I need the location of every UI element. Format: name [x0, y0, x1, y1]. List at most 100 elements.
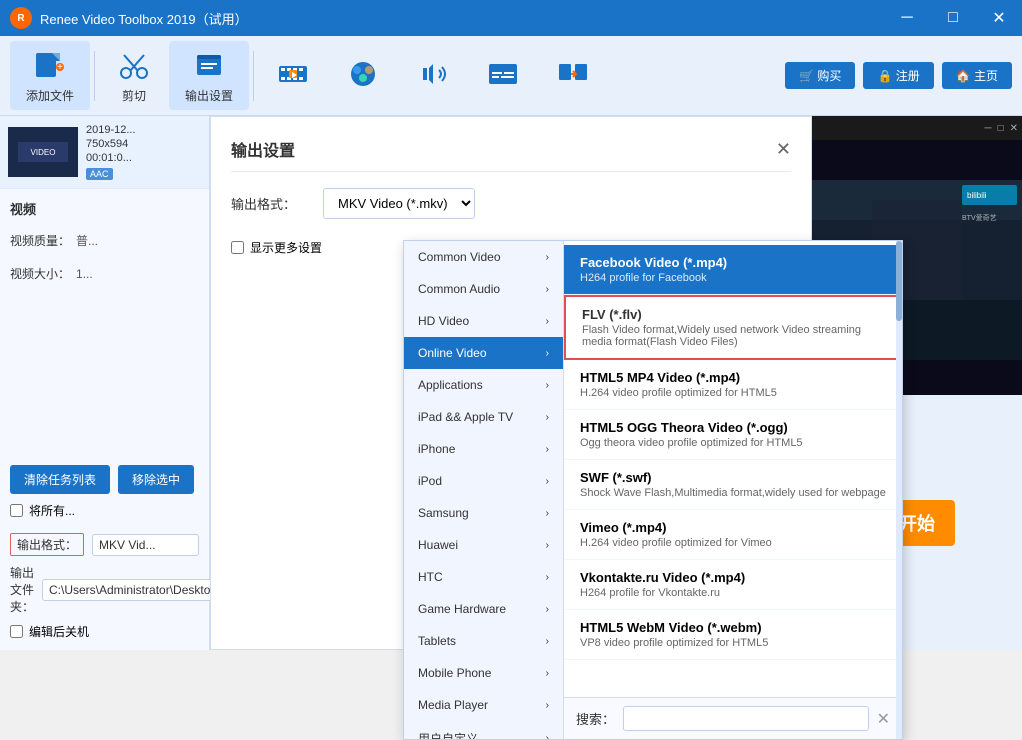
- search-clear-button[interactable]: ✕: [877, 709, 890, 729]
- show-more-checkbox[interactable]: [231, 241, 244, 254]
- category-htc[interactable]: HTC ›: [404, 561, 563, 593]
- category-mobile-phone[interactable]: Mobile Phone ›: [404, 657, 563, 689]
- cut-icon: [116, 47, 152, 83]
- home-button[interactable]: 🏠 主页: [942, 62, 1012, 89]
- settings-close-button[interactable]: ✕: [776, 139, 791, 160]
- toolbar: + 添加文件 剪切 输出设置: [0, 36, 1022, 116]
- toolbar-cut[interactable]: 剪切: [99, 41, 169, 110]
- close-button[interactable]: ✕: [976, 0, 1022, 36]
- dropdown-scrollbar[interactable]: [896, 241, 902, 739]
- dropdown-categories: Common Video › Common Audio › HD Video ›: [404, 241, 564, 739]
- video-size-value: 1...: [76, 267, 93, 281]
- category-huawei[interactable]: Huawei ›: [404, 529, 563, 561]
- scroll-thumb: [896, 241, 902, 321]
- format-facebook-video[interactable]: Facebook Video (*.mp4) H264 profile for …: [564, 245, 902, 295]
- category-samsung[interactable]: Samsung ›: [404, 497, 563, 529]
- category-common-audio[interactable]: Common Audio ›: [404, 273, 563, 305]
- shutdown-label: 编辑后关机: [29, 623, 89, 640]
- titlebar: R Renee Video Toolbox 2019（试用） ─ □ ✕: [0, 0, 1022, 36]
- category-hd-video[interactable]: HD Video ›: [404, 305, 563, 337]
- toolbar-item-7[interactable]: [468, 50, 538, 102]
- format-title: HTML5 MP4 Video (*.mp4): [580, 370, 886, 385]
- category-media-player[interactable]: Media Player ›: [404, 689, 563, 721]
- search-input[interactable]: [623, 706, 869, 731]
- select-all-label: 将所有...: [29, 502, 75, 519]
- buy-button[interactable]: 🛒 购买: [785, 62, 855, 89]
- search-label: 搜索：: [576, 709, 615, 728]
- toolbar-output-settings[interactable]: 输出设置: [169, 41, 249, 110]
- format-desc: VP8 video profile optimized for HTML5: [580, 637, 886, 649]
- format-title: Facebook Video (*.mp4): [580, 255, 886, 270]
- toolbar-item-5[interactable]: [328, 50, 398, 102]
- category-applications[interactable]: Applications ›: [404, 369, 563, 401]
- format-select[interactable]: MKV Video (*.mkv): [323, 188, 475, 219]
- output-folder-value: C:\Users\Administrator\Desktop: [42, 579, 224, 601]
- category-ipad-appletv[interactable]: iPad && Apple TV ›: [404, 401, 563, 433]
- format-vkontakte[interactable]: Vkontakte.ru Video (*.mp4) H264 profile …: [564, 560, 902, 610]
- output-format-label: 输出格式：: [10, 533, 84, 556]
- category-iphone[interactable]: iPhone ›: [404, 433, 563, 465]
- format-swf[interactable]: SWF (*.swf) Shock Wave Flash,Multimedia …: [564, 460, 902, 510]
- category-custom[interactable]: 用户自定义 ›: [404, 721, 563, 739]
- chevron-icon: ›: [546, 540, 549, 551]
- format-desc: H.264 video profile optimized for Vimeo: [580, 537, 886, 549]
- category-ipod[interactable]: iPod ›: [404, 465, 563, 497]
- chevron-icon: ›: [546, 444, 549, 455]
- bottom-action-buttons: 清除任务列表 移除选中: [10, 465, 199, 494]
- select-all-row: 将所有...: [10, 502, 199, 519]
- format-dropdown: Common Video › Common Audio › HD Video ›: [403, 240, 903, 740]
- toolbar-item-8[interactable]: [538, 50, 608, 102]
- format-vimeo[interactable]: Vimeo (*.mp4) H.264 video profile optimi…: [564, 510, 902, 560]
- chevron-icon: ›: [546, 412, 549, 423]
- preview-max[interactable]: □: [998, 123, 1004, 134]
- category-online-video[interactable]: Online Video ›: [404, 337, 563, 369]
- spacer: [10, 298, 199, 457]
- format-title: HTML5 OGG Theora Video (*.ogg): [580, 420, 886, 435]
- file-duration: 00:01:0...: [86, 152, 136, 164]
- toolbar-item-6[interactable]: [398, 50, 468, 102]
- settings-title: 输出设置: [231, 137, 295, 161]
- chevron-icon: ›: [546, 604, 549, 615]
- video-size-label: 视频大小：: [10, 265, 70, 282]
- toolbar-item-4[interactable]: [258, 50, 328, 102]
- format-desc: H264 profile for Vkontakte.ru: [580, 587, 886, 599]
- category-game-hardware[interactable]: Game Hardware ›: [404, 593, 563, 625]
- dropdown-right-container: Facebook Video (*.mp4) H264 profile for …: [564, 241, 902, 739]
- remove-selected-button[interactable]: 移除选中: [118, 465, 194, 494]
- chevron-icon: ›: [546, 284, 549, 295]
- video-section-title: 视频: [10, 199, 199, 218]
- chevron-icon: ›: [546, 476, 549, 487]
- category-tablets[interactable]: Tablets ›: [404, 625, 563, 657]
- format-desc: Flash Video format,Widely used network V…: [582, 324, 884, 348]
- center-panel: 输出设置 ✕ 输出格式： MKV Video (*.mkv) Common Vi…: [210, 116, 812, 650]
- file-item[interactable]: VIDEO 2019-12... 750x594 00:01:0... AAC: [0, 116, 209, 189]
- add-file-icon: +: [32, 47, 68, 83]
- select-all-checkbox[interactable]: [10, 504, 23, 517]
- format-label: 输出格式：: [231, 194, 311, 213]
- preview-close[interactable]: ✕: [1010, 123, 1018, 134]
- video-quality-row: 视频质量： 普...: [10, 232, 199, 249]
- format-webm[interactable]: HTML5 WebM Video (*.webm) VP8 video prof…: [564, 610, 902, 660]
- preview-min[interactable]: ─: [984, 123, 991, 134]
- format-html5-ogg[interactable]: HTML5 OGG Theora Video (*.ogg) Ogg theor…: [564, 410, 902, 460]
- clear-tasks-button[interactable]: 清除任务列表: [10, 465, 110, 494]
- category-common-video[interactable]: Common Video ›: [404, 241, 563, 273]
- file-thumbnail: VIDEO: [8, 127, 78, 177]
- main-content: VIDEO 2019-12... 750x594 00:01:0... AAC …: [0, 116, 1022, 650]
- app-title: Renee Video Toolbox 2019（试用）: [40, 9, 248, 28]
- shutdown-checkbox[interactable]: [10, 625, 23, 638]
- format-desc: Shock Wave Flash,Multimedia format,widel…: [580, 487, 886, 499]
- format-desc: H.264 video profile optimized for HTML5: [580, 387, 886, 399]
- register-button[interactable]: 🔒 注册: [863, 62, 933, 89]
- svg-text:VIDEO: VIDEO: [31, 148, 56, 157]
- app-logo: R: [10, 7, 32, 29]
- minimize-button[interactable]: ─: [884, 0, 930, 36]
- chevron-icon: ›: [546, 316, 549, 327]
- format-flv[interactable]: FLV (*.flv) Flash Video format,Widely us…: [564, 295, 902, 360]
- format-title: Vkontakte.ru Video (*.mp4): [580, 570, 886, 585]
- format-html5-mp4[interactable]: HTML5 MP4 Video (*.mp4) H.264 video prof…: [564, 360, 902, 410]
- maximize-button[interactable]: □: [930, 0, 976, 36]
- toolbar-add-file[interactable]: + 添加文件: [10, 41, 90, 110]
- effects-icon: [345, 56, 381, 92]
- video-size-row: 视频大小： 1...: [10, 265, 199, 282]
